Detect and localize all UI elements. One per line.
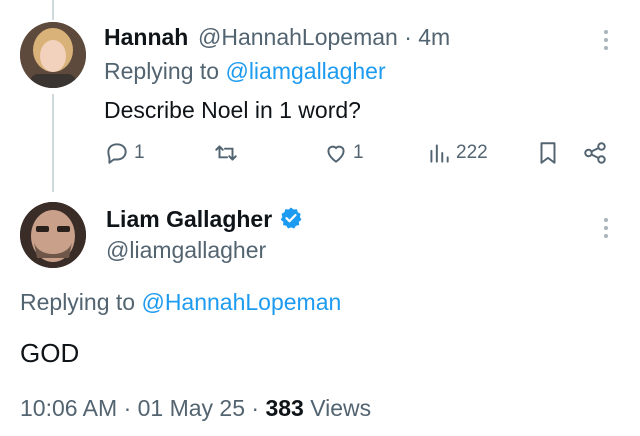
tweet-text: Describe Noel in 1 word?	[104, 97, 361, 123]
author-name-text[interactable]: Liam Gallagher	[106, 206, 272, 232]
more-options-icon[interactable]	[603, 30, 609, 54]
like-count: 1	[353, 142, 364, 163]
reply-count: 1	[134, 142, 145, 163]
author-handle: @HannahLopeman · 4m	[198, 24, 450, 51]
bookmark-icon	[540, 142, 556, 164]
reply-icon	[107, 143, 127, 164]
views-label: Views	[310, 395, 372, 421]
reply-button[interactable]: 1	[104, 140, 145, 166]
replying-to: Replying to @HannahLopeman	[20, 289, 341, 316]
avatar-image-liam	[20, 202, 86, 268]
avatar-image-hannah	[20, 22, 86, 88]
author-name[interactable]: Hannah	[104, 24, 188, 51]
replying-to-link[interactable]: @HannahLopeman	[141, 289, 341, 315]
thread-line-top	[52, 0, 54, 20]
retweet-icon	[215, 145, 237, 161]
replying-to: Replying to @liamgallagher	[104, 58, 386, 85]
timestamp[interactable]: 10:06 AM · 01 May 25 ·	[20, 395, 259, 421]
replying-prefix: Replying to	[104, 58, 220, 84]
retweet-button[interactable]	[213, 140, 243, 166]
replying-to-link[interactable]: @liamgallagher	[225, 58, 385, 84]
bookmark-button[interactable]	[535, 140, 561, 166]
replying-prefix: Replying to	[20, 289, 136, 315]
analytics-icon	[430, 144, 449, 163]
avatar[interactable]	[20, 202, 86, 268]
author-name[interactable]: Liam Gallagher	[106, 206, 303, 233]
share-icon	[584, 142, 606, 164]
views-count: 222	[456, 142, 488, 163]
more-options-icon[interactable]	[603, 218, 609, 242]
author-handle[interactable]: @liamgallagher	[106, 237, 266, 264]
tweet-meta: 10:06 AM · 01 May 25 · 383 Views	[20, 395, 371, 422]
time-ago[interactable]: · 4m	[404, 24, 450, 50]
verified-badge-icon[interactable]	[279, 206, 303, 230]
heart-icon	[327, 145, 345, 163]
thread-line-connector	[52, 94, 54, 192]
avatar[interactable]	[20, 22, 86, 88]
tweet-text: GOD	[20, 338, 80, 368]
handle-text[interactable]: @HannahLopeman	[198, 24, 398, 50]
views-button[interactable]: 222	[426, 140, 488, 166]
views-total[interactable]: 383	[265, 395, 303, 421]
like-button[interactable]: 1	[323, 140, 364, 166]
share-button[interactable]	[582, 140, 608, 166]
